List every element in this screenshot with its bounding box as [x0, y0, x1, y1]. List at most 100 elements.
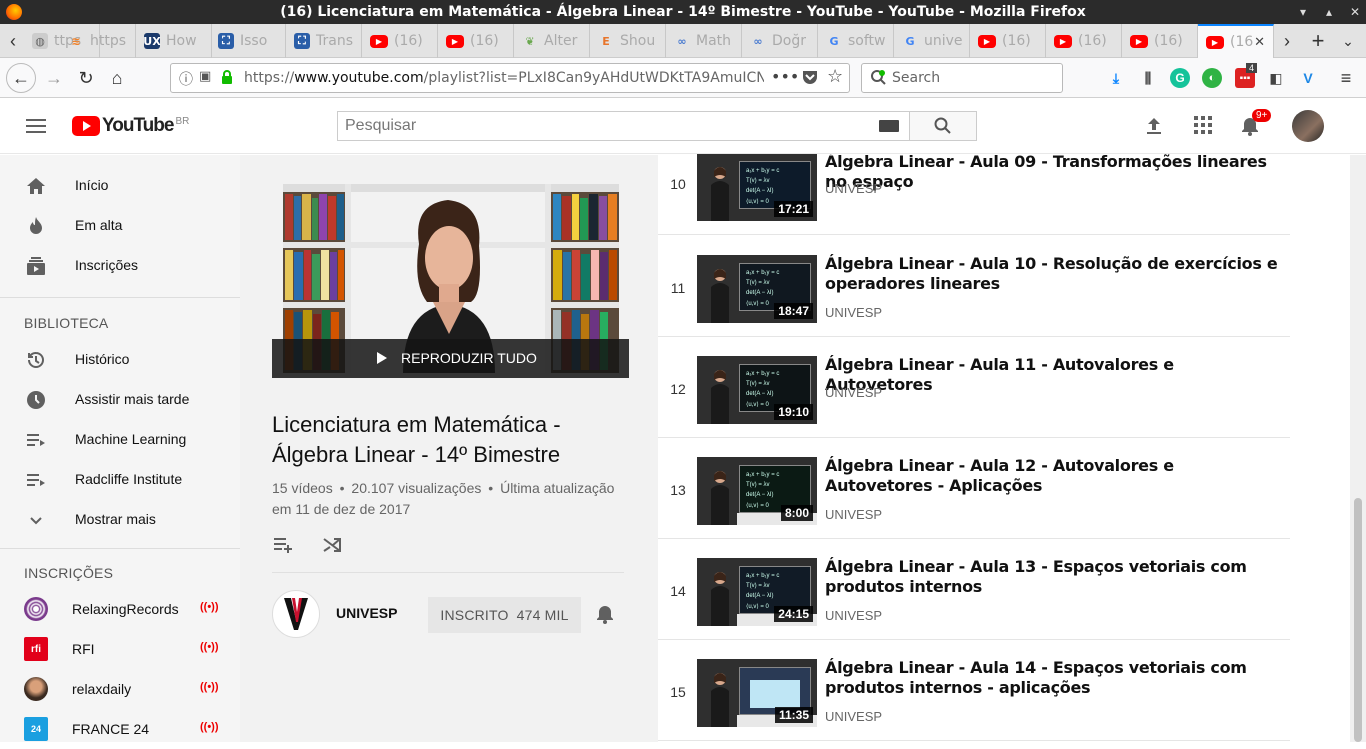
download-icon[interactable]: ⤓ — [1106, 68, 1126, 88]
play-all-button[interactable]: REPRODUZIR TUDO — [272, 339, 629, 378]
video-title[interactable]: Álgebra Linear - Aula 13 - Espaços vetor… — [825, 557, 1285, 597]
video-channel[interactable]: UNIVESP — [825, 709, 882, 724]
video-thumbnail[interactable]: a₁x + b₁y = c T(v) = λv det(A − λI) ⟨u,v⟩ =… — [697, 153, 817, 221]
apps-grid-icon[interactable] — [1193, 115, 1213, 135]
tab-14[interactable]: ▶ (16) — [970, 24, 1046, 58]
extension-green-icon[interactable]: ◐ — [1202, 68, 1222, 88]
sidebar-item-hist-rico[interactable]: Histórico — [0, 339, 240, 379]
sidebar-toggle-icon[interactable]: ◧ — [1266, 68, 1286, 88]
tab-13[interactable]: Gunive — [894, 24, 970, 58]
sidebar-item-radcliffe-institute[interactable]: Radcliffe Institute — [0, 459, 240, 499]
new-tab-icon[interactable]: + — [1305, 24, 1331, 58]
video-thumbnail[interactable]: 11:35 — [697, 659, 817, 727]
video-channel[interactable]: UNIVESP — [825, 608, 882, 623]
youtube-play-icon — [72, 116, 100, 136]
guide-menu-icon[interactable] — [26, 116, 46, 136]
channel-avatar[interactable] — [272, 590, 320, 638]
tab-2[interactable]: ≋ https — [60, 24, 136, 58]
permissions-icon[interactable]: ▣ — [199, 69, 211, 84]
info-icon[interactable]: ⓘ — [179, 69, 193, 89]
minimize-icon[interactable]: ▾ — [1300, 0, 1306, 24]
tab-6[interactable]: ▶ (16) — [362, 24, 438, 58]
video-title[interactable]: Álgebra Linear - Aula 10 - Resolução de … — [825, 254, 1285, 294]
page-scrollbar[interactable] — [1350, 155, 1366, 742]
tab-10[interactable]: ∞ Math — [666, 24, 742, 58]
pocket-icon[interactable] — [801, 68, 819, 86]
youtube-logo[interactable]: YouTube BR — [72, 115, 189, 137]
sidebar-sub-rfi[interactable]: rfi RFI ((•)) — [0, 629, 240, 669]
tab-8[interactable]: ❦ Alter — [514, 24, 590, 58]
panel-divider — [272, 572, 624, 573]
sidebar-item-machine-learning[interactable]: Machine Learning — [0, 419, 240, 459]
youtube-search-input[interactable]: Pesquisar — [337, 111, 910, 141]
tab-16[interactable]: ▶ (16) — [1122, 24, 1198, 58]
menu-hamburger-icon[interactable]: ≡ — [1336, 68, 1356, 88]
page-actions-icon[interactable]: ••• — [771, 67, 799, 86]
subscribed-button[interactable]: INSCRITO 474 MIL — [428, 597, 581, 633]
video-thumbnail[interactable]: a₁x + b₁y = c T(v) = λv det(A − λI) ⟨u,v⟩ =… — [697, 356, 817, 424]
window-titlebar: (16) Licenciatura em Matemática - Álgebr… — [0, 0, 1366, 24]
reload-icon[interactable]: ↻ — [72, 64, 100, 92]
sidebar-item-mostrar-mais[interactable]: Mostrar mais — [0, 499, 240, 539]
playlist-video-row[interactable]: 14 a₁x + b₁y = c T(v) = λv det(A − λI) ⟨u,v⟩… — [658, 539, 1290, 640]
playlist-title[interactable]: Licenciatura em Matemática - Álgebra Lin… — [272, 410, 622, 470]
library-icon[interactable]: ⫼ — [1138, 68, 1158, 88]
video-title[interactable]: Álgebra Linear - Aula 12 - Autovalores e… — [825, 456, 1285, 496]
sidebar-sub-relaxdaily[interactable]: relaxdaily ((•)) — [0, 669, 240, 709]
playlist-video-row[interactable]: 15 11:35 Álgebra Linear - Aula 14 - Espaço… — [658, 640, 1290, 741]
channel-notifications-bell-icon[interactable] — [595, 604, 615, 624]
video-channel[interactable]: UNIVESP — [825, 385, 882, 400]
video-thumbnail[interactable]: a₁x + b₁y = c T(v) = λv det(A − λI) ⟨u,v⟩ =… — [697, 457, 817, 525]
playlist-video-row[interactable]: 13 a₁x + b₁y = c T(v) = λv det(A − λI) ⟨u,v⟩… — [658, 438, 1290, 539]
tab-15[interactable]: ▶ (16) — [1046, 24, 1122, 58]
tab-12[interactable]: Gsoftw — [818, 24, 894, 58]
youtube-search-button[interactable] — [909, 111, 977, 141]
add-to-queue-icon[interactable] — [273, 535, 295, 555]
tab-7[interactable]: ▶ (16) — [438, 24, 514, 58]
video-channel[interactable]: UNIVESP — [825, 305, 882, 320]
sidebar-item-assistir-mais-tarde[interactable]: Assistir mais tarde — [0, 379, 240, 419]
close-tab-icon[interactable]: ✕ — [1254, 35, 1265, 50]
tab-3[interactable]: UX How — [136, 24, 212, 58]
tab-5[interactable]: ⛶ Trans — [286, 24, 362, 58]
keyboard-icon[interactable] — [879, 120, 899, 132]
url-bar[interactable]: ⓘ ▣ https://www.youtube.com/playlist?lis… — [170, 63, 850, 93]
sidebar-item-em-alta[interactable]: Em alta — [0, 205, 240, 245]
tabs-scroll-right-icon[interactable]: › — [1274, 24, 1300, 58]
playlist-video-row[interactable]: 11 a₁x + b₁y = c T(v) = λv det(A − λI) ⟨u,v⟩… — [658, 236, 1290, 337]
browser-search-input[interactable]: Search — [861, 63, 1063, 93]
extension-v-icon[interactable]: V — [1298, 68, 1318, 88]
video-title[interactable]: Álgebra Linear - Aula 11 - Autovalores e… — [825, 355, 1285, 395]
video-thumbnail[interactable]: a₁x + b₁y = c T(v) = λv det(A − λI) ⟨u,v⟩ =… — [697, 255, 817, 323]
user-avatar[interactable] — [1292, 110, 1324, 142]
video-thumbnail[interactable]: a₁x + b₁y = c T(v) = λv det(A − λI) ⟨u,v⟩ =… — [697, 558, 817, 626]
channel-name[interactable]: UNIVESP — [336, 605, 397, 621]
sidebar-item-inscri-es[interactable]: Inscrições — [0, 245, 240, 285]
forward-icon[interactable]: → — [40, 64, 68, 92]
video-channel[interactable]: UNIVESP — [825, 181, 882, 196]
sidebar-sub-relaxingrecords[interactable]: RelaxingRecords ((•)) — [0, 589, 240, 629]
tab-label: https — [90, 33, 127, 49]
tab-4[interactable]: ⛶ Isso — [210, 24, 286, 58]
video-title[interactable]: Álgebra Linear - Aula 14 - Espaços vetor… — [825, 658, 1285, 698]
bookmark-star-icon[interactable]: ☆ — [827, 66, 843, 87]
sidebar-sub-france-24[interactable]: 24 FRANCE 24 ((•)) — [0, 709, 240, 749]
playlist-video-row[interactable]: 12 a₁x + b₁y = c T(v) = λv det(A − λI) ⟨u,v⟩… — [658, 337, 1290, 438]
tabs-scroll-left-icon[interactable]: ‹ — [0, 24, 26, 58]
grammarly-icon[interactable]: G — [1170, 68, 1190, 88]
tab-list-icon[interactable]: ⌄ — [1335, 24, 1361, 58]
home-browser-icon[interactable]: ⌂ — [103, 64, 131, 92]
video-channel[interactable]: UNIVESP — [825, 507, 882, 522]
scrollbar-thumb[interactable] — [1354, 498, 1362, 742]
video-title[interactable]: Álgebra Linear - Aula 09 - Transformaçõe… — [825, 152, 1285, 192]
back-icon[interactable]: ← — [6, 63, 36, 93]
sidebar-item-in-cio[interactable]: Início — [0, 165, 240, 205]
close-window-icon[interactable]: ✕ — [1350, 0, 1360, 24]
video-duration: 11:35 — [774, 707, 813, 723]
restore-icon[interactable]: ▴ — [1326, 0, 1332, 24]
upload-icon[interactable] — [1143, 114, 1165, 136]
tab-9[interactable]: E Shou — [590, 24, 666, 58]
shuffle-icon[interactable] — [322, 535, 342, 555]
tab-11[interactable]: ∞ Doğr — [742, 24, 818, 58]
tab-17[interactable]: ▶ (16 ✕ — [1198, 24, 1274, 58]
